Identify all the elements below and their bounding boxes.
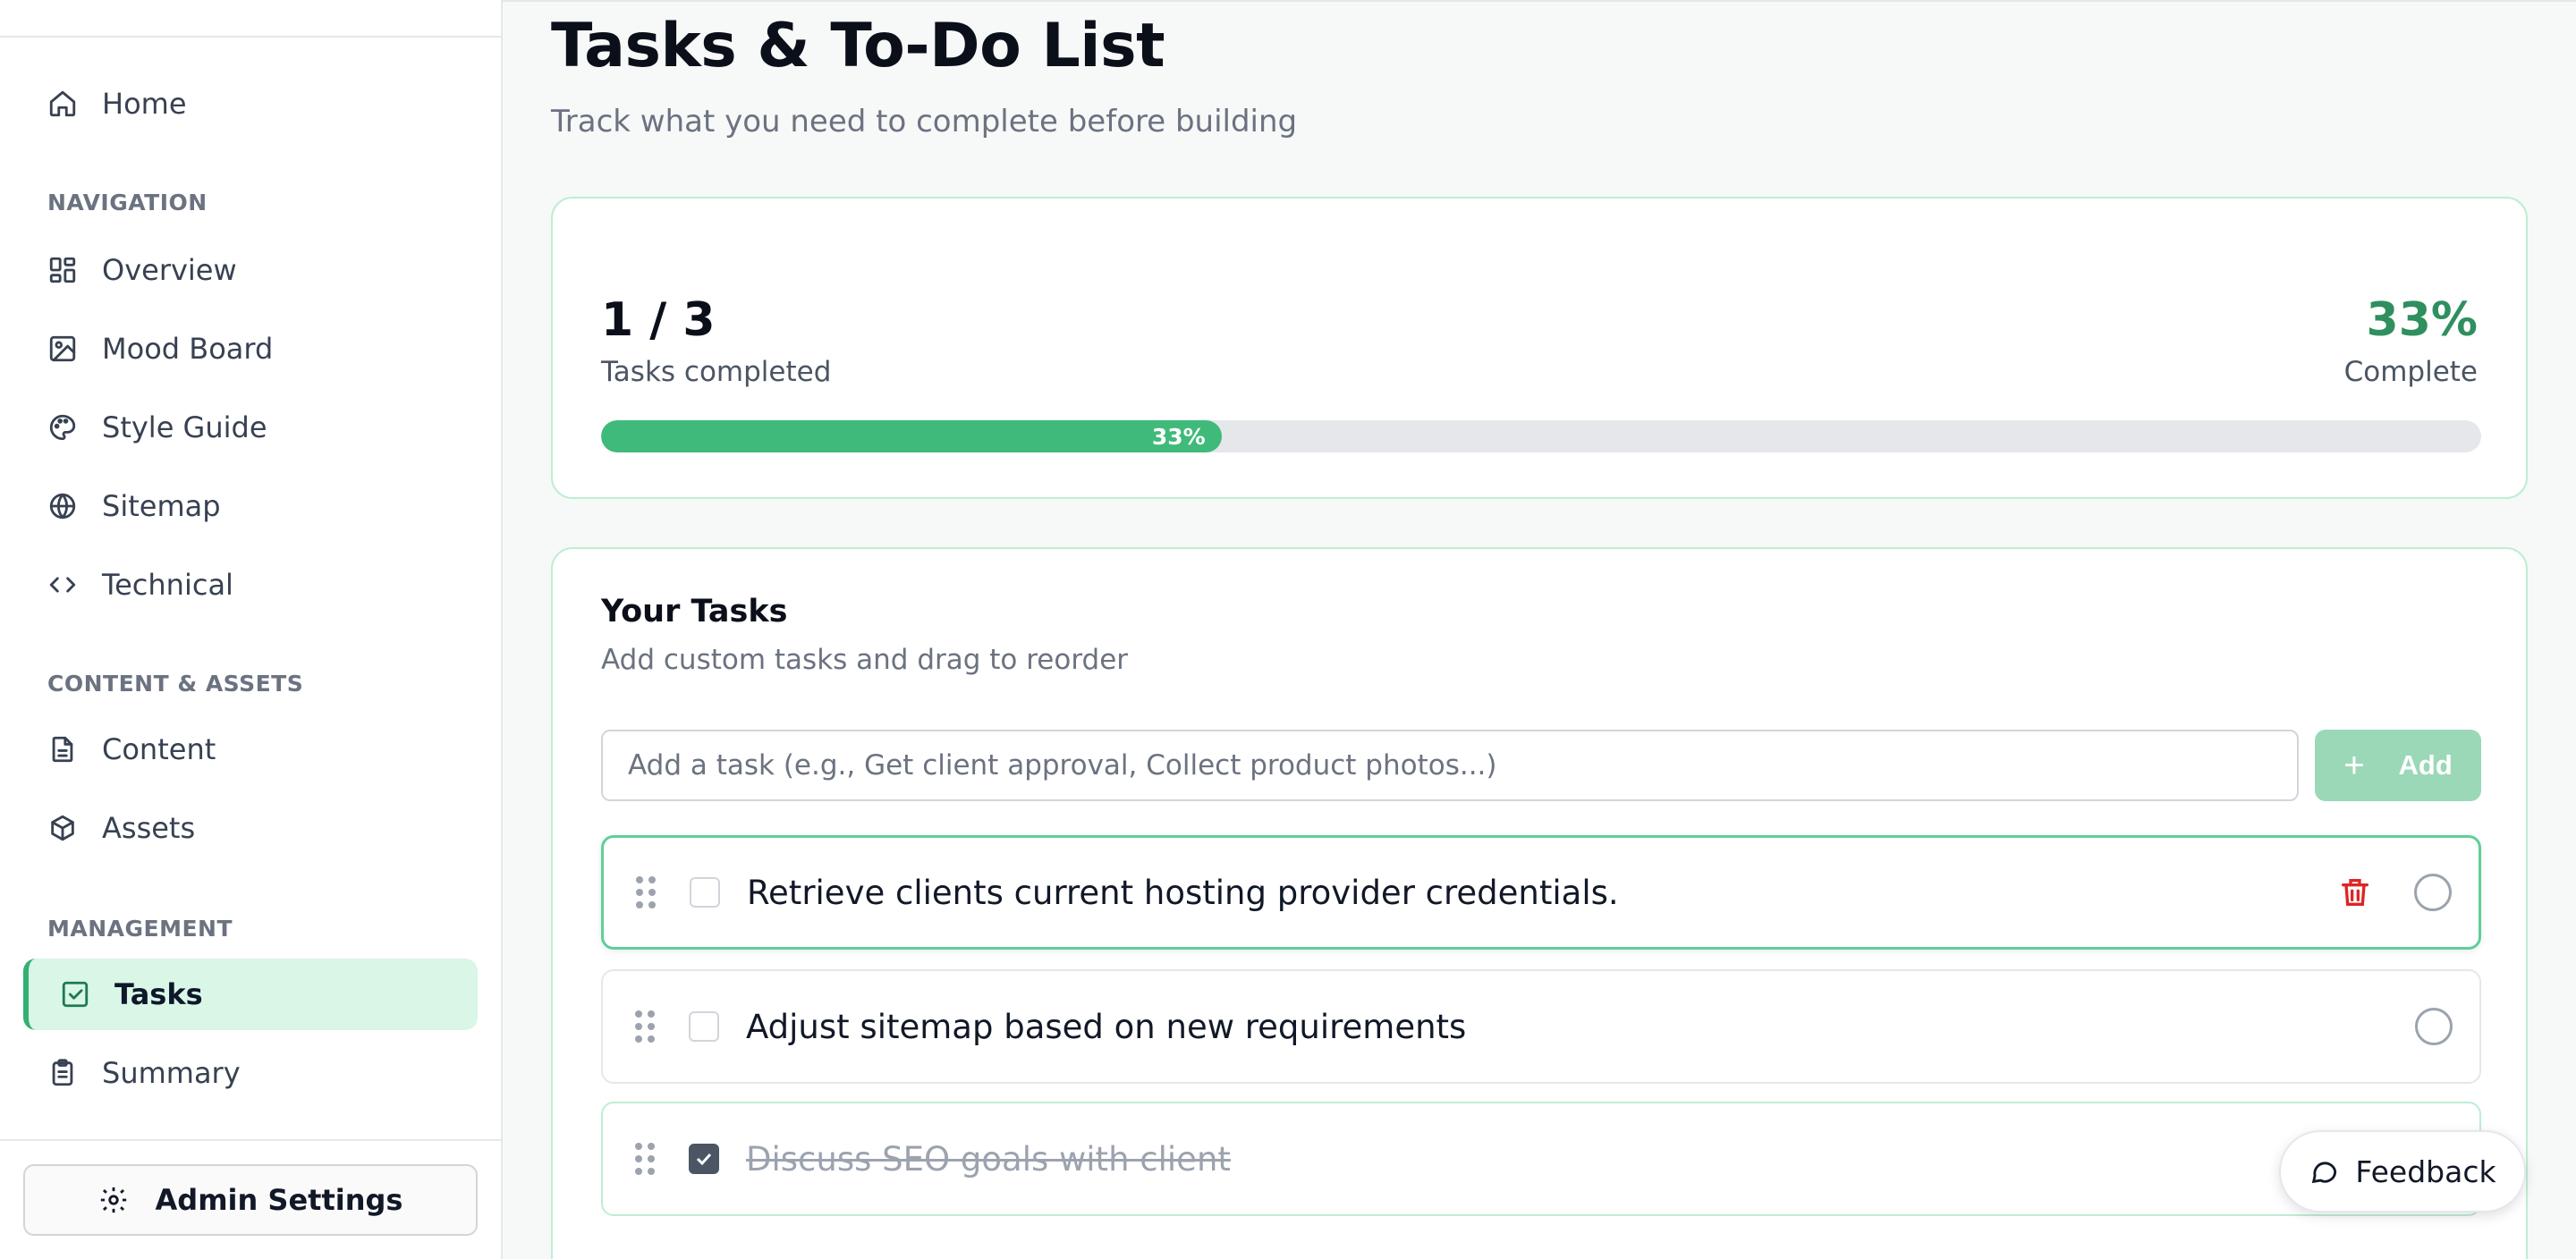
tasks-title: Your Tasks — [601, 594, 788, 630]
sidebar-item-content[interactable]: Content — [23, 714, 478, 785]
task-checkbox[interactable] — [689, 1144, 719, 1174]
section-title-navigation: NAVIGATION — [47, 190, 208, 215]
progress-card: 1 / 3 Tasks completed 33% Complete 33% — [551, 197, 2528, 499]
tasks-card: Your Tasks Add custom tasks and drag to … — [551, 547, 2528, 1259]
add-task-label: Add — [2398, 749, 2453, 781]
drag-handle-icon[interactable] — [635, 1143, 655, 1175]
percent-complete-label: Complete — [2343, 356, 2478, 388]
section-title-content-assets: CONTENT & ASSETS — [47, 671, 304, 697]
sidebar-item-label: Assets — [102, 811, 196, 845]
progress-bar-label: 33% — [1151, 423, 1206, 450]
sidebar-item-overview[interactable]: Overview — [23, 234, 478, 306]
image-icon — [47, 333, 79, 365]
drag-handle-icon[interactable] — [636, 876, 656, 908]
sidebar-item-label: Sitemap — [102, 489, 221, 523]
grid-icon — [47, 254, 79, 286]
app-window: Home NAVIGATION Overview Mood Board Styl… — [0, 0, 2576, 1259]
sidebar-item-assets[interactable]: Assets — [23, 792, 478, 864]
task-status-circle[interactable] — [2415, 1008, 2453, 1045]
plus-icon: + — [2343, 746, 2365, 785]
chat-bubble-icon — [2312, 1162, 2337, 1184]
tasks-count-label: Tasks completed — [601, 356, 832, 388]
sidebar-item-style-guide[interactable]: Style Guide — [23, 392, 478, 463]
feedback-label: Feedback — [2355, 1153, 2496, 1189]
page-subtitle: Track what you need to complete before b… — [551, 104, 1298, 139]
task-status-circle[interactable] — [2414, 874, 2452, 911]
home-icon — [47, 88, 79, 120]
task-row[interactable]: Adjust sitemap based on new requirements — [601, 969, 2481, 1084]
task-row[interactable]: Retrieve clients current hosting provide… — [601, 835, 2481, 950]
sidebar-item-summary[interactable]: Summary — [23, 1037, 478, 1109]
code-icon — [47, 569, 79, 601]
trash-icon[interactable] — [2337, 875, 2373, 910]
percent-complete: 33% — [2366, 293, 2478, 347]
page-title: Tasks & To-Do List — [551, 11, 1165, 81]
progress-bar: 33% — [601, 420, 2481, 452]
add-task-button[interactable]: + Add — [2315, 730, 2481, 801]
sidebar-item-technical[interactable]: Technical — [23, 549, 478, 621]
admin-settings-button[interactable]: Admin Settings — [23, 1164, 478, 1236]
sidebar: Home NAVIGATION Overview Mood Board Styl… — [0, 0, 503, 1259]
divider — [0, 36, 501, 38]
progress-bar-fill: 33% — [601, 420, 1222, 452]
sidebar-item-label: Home — [102, 87, 187, 121]
sidebar-item-tasks[interactable]: Tasks — [23, 959, 478, 1030]
sidebar-item-home[interactable]: Home — [23, 68, 478, 139]
task-text: Discuss SEO goals with client — [746, 1139, 1231, 1179]
section-title-management: MANAGEMENT — [47, 916, 233, 942]
sidebar-item-label: Summary — [102, 1056, 241, 1090]
add-task-input[interactable] — [601, 730, 2299, 801]
tasks-count: 1 / 3 — [601, 293, 716, 347]
task-row[interactable]: Discuss SEO goals with client — [601, 1102, 2481, 1216]
task-text: Adjust sitemap based on new requirements — [746, 1007, 1467, 1046]
sidebar-item-label: Technical — [102, 568, 233, 602]
task-checkbox[interactable] — [690, 877, 720, 908]
sidebar-item-label: Tasks — [114, 977, 203, 1011]
checkbox-icon — [59, 978, 91, 1010]
sidebar-item-mood-board[interactable]: Mood Board — [23, 313, 478, 384]
box-icon — [47, 812, 79, 844]
divider — [503, 0, 2576, 2]
task-text: Retrieve clients current hosting provide… — [747, 873, 1619, 912]
sidebar-item-sitemap[interactable]: Sitemap — [23, 470, 478, 542]
admin-settings-label: Admin Settings — [155, 1183, 403, 1217]
sidebar-item-label: Content — [102, 732, 216, 766]
clipboard-icon — [47, 1057, 79, 1089]
task-checkbox[interactable] — [689, 1011, 719, 1042]
feedback-button[interactable]: Feedback — [2279, 1130, 2526, 1213]
palette-icon — [47, 411, 79, 444]
drag-handle-icon[interactable] — [635, 1010, 655, 1043]
divider — [0, 1139, 501, 1141]
checkmark-icon — [696, 1153, 712, 1166]
main-content: Tasks & To-Do List Track what you need t… — [503, 0, 2576, 1259]
globe-icon — [47, 490, 79, 522]
document-icon — [47, 733, 79, 765]
tasks-subtitle: Add custom tasks and drag to reorder — [601, 644, 1129, 676]
gear-icon — [100, 1187, 126, 1213]
sidebar-item-label: Mood Board — [102, 332, 274, 366]
sidebar-item-label: Overview — [102, 253, 237, 287]
sidebar-item-label: Style Guide — [102, 410, 267, 444]
